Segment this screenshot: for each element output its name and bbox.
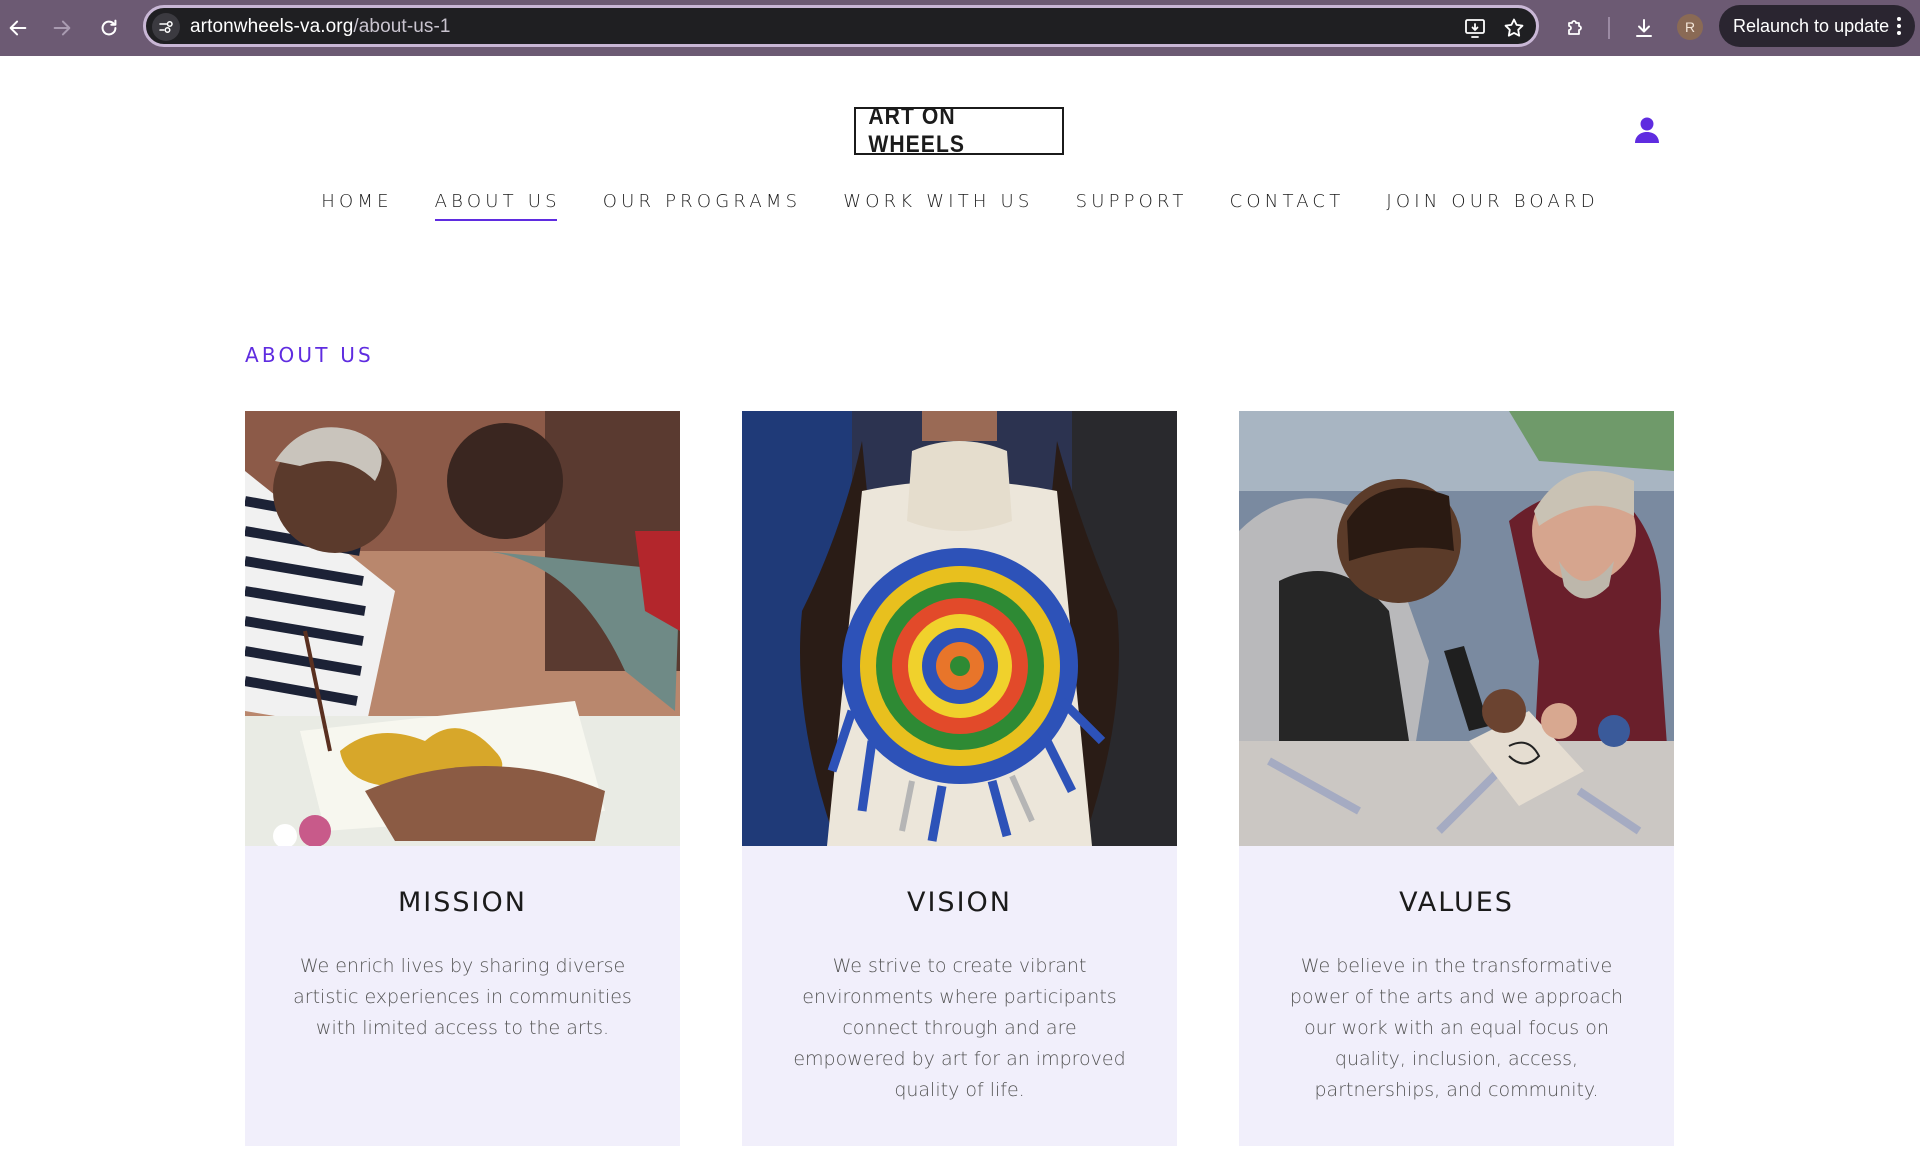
vision-card: VISION We strive to create vibrant envir…	[742, 411, 1177, 1146]
site-info-icon	[159, 21, 173, 33]
nav-home[interactable]: HOME	[321, 190, 392, 226]
mission-heading: MISSION	[398, 887, 527, 918]
nav-about-us[interactable]: ABOUT US	[434, 190, 561, 226]
browser-toolbar: artonwheels-va.org/about-us-1 R Relaunch…	[0, 0, 1920, 56]
back-icon	[9, 20, 27, 36]
downloads-icon	[1636, 19, 1652, 37]
address-bar[interactable]: artonwheels-va.org/about-us-1	[143, 5, 1539, 47]
nav-join-our-board[interactable]: JOIN OUR BOARD	[1386, 190, 1598, 226]
nav-support[interactable]: SUPPORT	[1076, 190, 1188, 226]
mission-photo	[245, 411, 680, 846]
nav-work-with-us[interactable]: WORK WITH US	[843, 190, 1033, 226]
url-domain: artonwheels-va.org	[190, 16, 354, 37]
profile-avatar[interactable]: R	[1677, 14, 1703, 40]
nav-contact[interactable]: CONTACT	[1230, 190, 1345, 226]
forward-icon	[53, 20, 71, 36]
values-card: VALUES We believe in the transformative …	[1239, 411, 1674, 1146]
values-heading: VALUES	[1399, 887, 1514, 918]
site-info-button[interactable]	[152, 13, 180, 41]
reload-button[interactable]	[91, 10, 127, 46]
nav-our-programs[interactable]: OUR PROGRAMS	[603, 190, 802, 226]
main-navigation: HOME ABOUT US OUR PROGRAMS WORK WITH US …	[0, 190, 1920, 230]
vision-photo	[742, 411, 1177, 846]
relaunch-label: Relaunch to update	[1733, 15, 1890, 36]
relaunch-button[interactable]: Relaunch to update	[1719, 5, 1915, 47]
values-image	[1239, 411, 1674, 846]
extensions-icon	[1568, 20, 1582, 35]
url-text[interactable]: artonwheels-va.org/about-us-1	[190, 16, 451, 38]
vision-heading: VISION	[907, 887, 1012, 918]
extensions-button[interactable]	[1561, 14, 1589, 42]
logo-text: ART ON WHEELS	[868, 103, 966, 158]
vision-image	[742, 411, 1177, 846]
mission-card: MISSION We enrich lives by sharing diver…	[245, 411, 680, 1146]
values-text: We believe in the transformative power o…	[1289, 955, 1624, 1101]
bookmark-star-icon[interactable]	[1502, 16, 1526, 40]
values-photo	[1239, 411, 1674, 846]
back-button[interactable]	[0, 10, 36, 46]
url-path: /about-us-1	[353, 16, 451, 37]
kebab-menu-icon[interactable]	[1895, 15, 1903, 37]
toolbar-divider	[1608, 17, 1610, 39]
forward-button[interactable]	[44, 10, 80, 46]
site-logo[interactable]: ART ON WHEELS	[854, 103, 1064, 158]
mission-text: We enrich lives by sharing diverse artis…	[293, 955, 632, 1039]
vision-text: We strive to create vibrant environments…	[793, 955, 1126, 1101]
account-icon[interactable]	[1634, 116, 1660, 144]
page-title: ABOUT US	[245, 343, 374, 367]
mission-image	[245, 411, 680, 846]
reload-icon	[101, 19, 117, 36]
downloads-button[interactable]	[1630, 14, 1658, 42]
install-app-icon[interactable]	[1463, 16, 1487, 40]
